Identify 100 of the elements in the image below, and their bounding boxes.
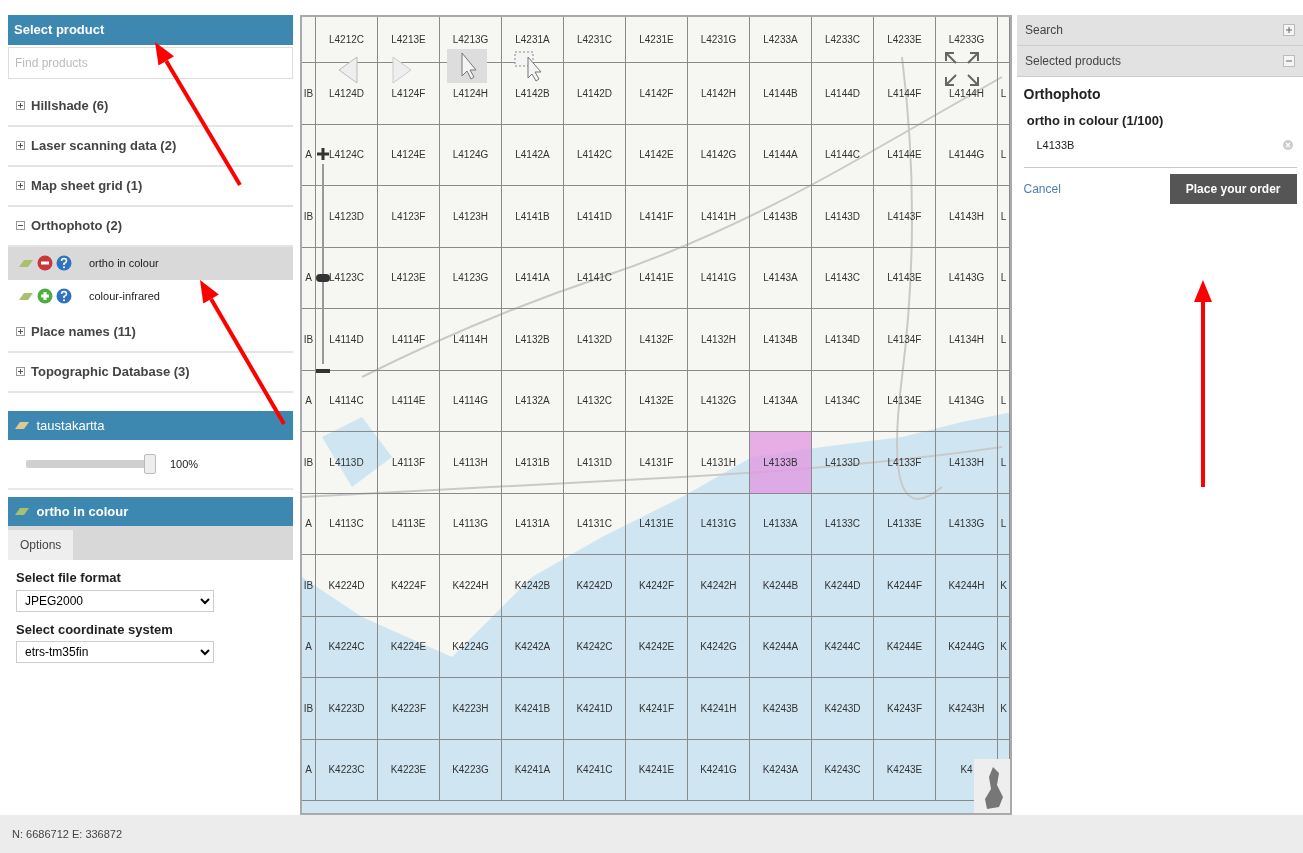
map-sheet-cell[interactable]: L4124C [328, 147, 365, 163]
map-sheet-cell[interactable]: L4212C [328, 32, 365, 47]
map-sheet-cell[interactable]: K4243H [947, 700, 986, 716]
map-sheet-cell[interactable]: L4133G [947, 516, 986, 532]
map-sheet-cell[interactable]: L4231A [514, 32, 551, 47]
expand-icon[interactable] [1283, 24, 1295, 36]
map-sheet-cell[interactable]: L4123F [390, 208, 427, 224]
map-sheet-cell[interactable]: L4133F [886, 454, 923, 470]
map-sheet-cell[interactable]: K4242H [699, 577, 738, 593]
map-sheet-cell[interactable]: L4231G [699, 32, 738, 47]
collapse-icon[interactable] [16, 221, 25, 230]
map-sheet-cell[interactable]: L4233C [824, 32, 861, 47]
map-sheet-cell[interactable]: L4142A [514, 147, 551, 163]
map-sheet-cell[interactable]: L4113H [452, 454, 489, 470]
map-sheet-cell[interactable]: L4132B [514, 331, 551, 347]
map-sheet-cell[interactable]: L4132A [514, 393, 551, 409]
map-sheet-cell[interactable]: K4224G [451, 639, 490, 655]
map-sheet-cell[interactable]: L4143B [762, 208, 799, 224]
map-sheet-cell[interactable]: L4114F [390, 331, 427, 347]
map-sheet-cell[interactable]: L4133A [762, 516, 799, 532]
map-sheet-cell[interactable]: L4143C [824, 270, 861, 286]
map-sheet-cell[interactable]: K4243E [885, 762, 924, 778]
map-sheet-cell[interactable]: K4224C [327, 639, 366, 655]
map-sheet-cell[interactable]: L4142E [638, 147, 675, 163]
map-sheet-cell[interactable]: L4233E [886, 32, 923, 47]
remove-icon[interactable] [37, 255, 53, 271]
map-sheet-cell[interactable]: L4123E [390, 270, 427, 286]
layer-item[interactable]: ortho in colour [8, 246, 293, 280]
map-sheet-cell[interactable]: L4143F [886, 208, 923, 224]
map-sheet-cell[interactable]: K4242F [638, 577, 675, 593]
map-sheet-cell[interactable]: L4123G [451, 270, 490, 286]
map-sheet-cell[interactable]: L4231C [576, 32, 613, 47]
map-sheet-cell[interactable]: K4242G [699, 639, 738, 655]
section-header[interactable]: Search [1017, 15, 1303, 46]
map-sheet-cell[interactable]: L4144G [947, 147, 986, 163]
map-sheet-cell[interactable]: L4142F [638, 85, 675, 101]
map-sheet-cell[interactable]: K4242B [513, 577, 552, 593]
map-sheet-cell[interactable]: K4223F [390, 700, 427, 716]
map-sheet-cell[interactable]: K4241D [575, 700, 614, 716]
map-sheet-cell[interactable]: K4241E [637, 762, 676, 778]
map-sheet-cell[interactable]: L4141B [514, 208, 551, 224]
map-sheet-cell[interactable]: L4142C [576, 147, 613, 163]
map-sheet-cell[interactable]: L4132F [638, 331, 675, 347]
map-sheet-cell[interactable]: L4133H [948, 454, 985, 470]
map-sheet-cell[interactable]: K4224E [389, 639, 428, 655]
map-sheet-cell[interactable]: L4114C [328, 393, 365, 409]
dropdown-field[interactable]: etrs-tm35fin [16, 641, 214, 663]
map-sheet-cell[interactable]: L4141H [700, 208, 737, 224]
help-icon[interactable] [56, 288, 72, 304]
map-sheet-cell[interactable]: L4143G [947, 270, 986, 286]
map-sheet-cell[interactable]: L4142D [576, 85, 613, 101]
map-sheet-cell[interactable]: K4241B [513, 700, 552, 716]
map-sheet-cell[interactable]: L4144F [886, 85, 923, 101]
map-sheet-cell[interactable]: L4113C [328, 516, 365, 532]
map-sheet-cell[interactable]: L4132H [700, 331, 737, 347]
zoom-in-icon[interactable] [316, 147, 330, 161]
map-sheet-cell[interactable]: K4244D [823, 577, 862, 593]
section-header[interactable]: Selected products [1017, 46, 1303, 77]
map-sheet-cell[interactable]: L4141F [638, 208, 675, 224]
map-sheet-cell[interactable]: L4131G [699, 516, 738, 532]
map-sheet-cell[interactable]: K4244E [885, 639, 924, 655]
map-sheet-cell[interactable]: K4224H [451, 577, 490, 593]
map-sheet-cell[interactable]: K4244G [947, 639, 986, 655]
map-sheet-cell[interactable]: K4241G [699, 762, 738, 778]
map-sheet-cell[interactable]: K4224F [390, 577, 427, 593]
map-sheet-cell[interactable]: K4243A [761, 762, 800, 778]
help-icon[interactable] [56, 255, 72, 271]
map-sheet-cell[interactable]: L4114D [328, 331, 365, 347]
map-sheet-cell[interactable]: L4132E [638, 393, 675, 409]
map-sheet-cell[interactable]: K4244F [886, 577, 923, 593]
map-sheet-cell[interactable]: L4144B [762, 85, 799, 101]
map-sheet-cell[interactable]: L4133E [886, 516, 923, 532]
map-sheet-cell[interactable]: L4213G [451, 32, 490, 47]
dropdown-field[interactable]: JPEG2000 [16, 589, 214, 612]
map-sheet-cell[interactable]: L4144C [824, 147, 861, 163]
map-sheet-cell[interactable]: L4131A [514, 516, 551, 532]
expand-icon[interactable] [16, 327, 25, 336]
map-sheet-cell[interactable]: L4143D [824, 208, 861, 224]
map-sheet-cell[interactable]: L4114E [390, 393, 427, 409]
map-sheet-cell[interactable]: L4141G [699, 270, 738, 286]
map-sheet-cell[interactable]: L4113E [390, 516, 427, 532]
map-sheet-cell[interactable]: K4241F [638, 700, 675, 716]
map-sheet-cell[interactable]: L4213E [390, 32, 427, 47]
map-sheet-cell[interactable]: L4141A [514, 270, 551, 286]
map-sheet-cell[interactable]: L4132G [699, 393, 738, 409]
map-sheet-cell[interactable]: L4131C [576, 516, 613, 532]
map-sheet-cell[interactable]: L4114H [452, 331, 489, 347]
map-sheet-cell[interactable]: L4133B [750, 432, 811, 493]
cancel-link[interactable]: Cancel [1023, 180, 1061, 198]
map-sheet-cell[interactable]: K4242A [513, 639, 552, 655]
map-sheet-cell[interactable]: K4 [959, 762, 974, 778]
map-sheet-cell[interactable]: L4144E [886, 147, 923, 163]
map-sheet-cell[interactable]: L4113F [390, 454, 427, 470]
map-sheet-cell[interactable]: K4223D [327, 700, 366, 716]
search-field[interactable]: Find products [8, 46, 293, 79]
map-sheet-cell[interactable]: L4134A [762, 393, 799, 409]
expand-icon[interactable] [16, 141, 25, 150]
map-sheet-cell[interactable]: K4223C [327, 762, 366, 778]
map-sheet-cell[interactable]: L4124H [452, 85, 489, 101]
map-sheet-cell[interactable]: L4132C [576, 393, 613, 409]
